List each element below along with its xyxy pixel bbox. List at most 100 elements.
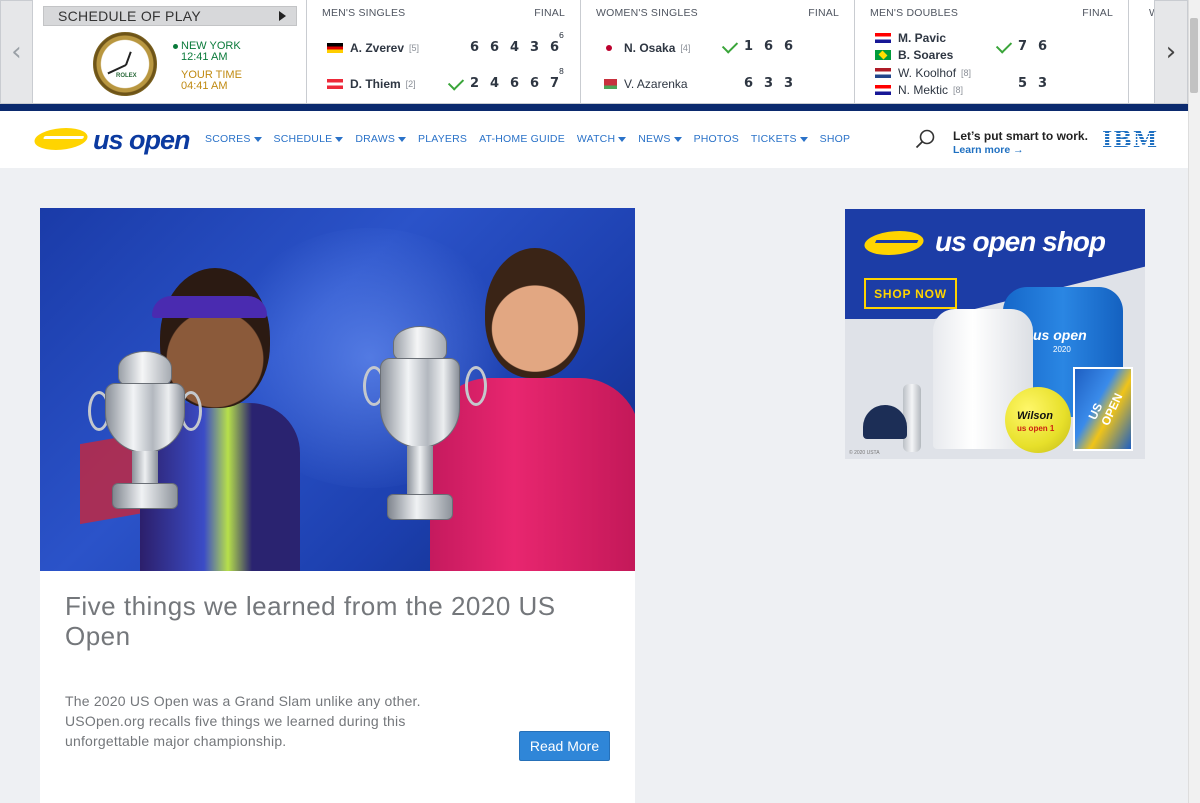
match-event: MEN'S SINGLES: [322, 7, 406, 19]
ticker-prev-button[interactable]: ‹: [0, 0, 33, 104]
player-name: N. Mektic: [898, 83, 949, 97]
set-score: 6: [510, 76, 520, 91]
nav-item-photos[interactable]: PHOTOS: [694, 133, 739, 145]
set-score: 3: [1038, 76, 1048, 91]
player-seed: [8]: [953, 85, 964, 95]
rolex-clock-icon: ROLEX: [93, 32, 157, 96]
read-more-button[interactable]: Read More: [519, 731, 610, 761]
scrollbar-thumb[interactable]: [1190, 18, 1198, 93]
player-row: N. Osaka [4]: [601, 40, 690, 56]
ticker-next-button[interactable]: ›: [1154, 0, 1188, 104]
nav-label: TICKETS: [750, 133, 797, 145]
player-row: D. Thiem [2]: [327, 76, 416, 92]
visor: [152, 296, 267, 318]
nav-item-players[interactable]: PLAYERS: [418, 133, 467, 145]
sponsor-message[interactable]: Let’s put smart to work. Learn more →: [953, 129, 1088, 156]
player-name: M. Pavic: [898, 31, 947, 45]
set-score: 6: [744, 76, 754, 91]
nav-item-shop[interactable]: SHOP: [820, 133, 851, 145]
figure-head: [485, 248, 585, 378]
nav-label: NEWS: [638, 133, 671, 145]
play-arrow-icon: [279, 11, 286, 21]
nav-label: WATCH: [576, 133, 616, 145]
player-name: N. Osaka: [624, 41, 676, 55]
set-score: 3: [784, 76, 794, 91]
trophy-base: [112, 483, 178, 509]
match-status: FINAL: [1082, 7, 1113, 19]
belarus-flag-icon: [601, 79, 617, 89]
nav-label: SCORES: [205, 133, 251, 145]
set-score: 5: [1018, 76, 1028, 91]
caret-down-icon: [398, 136, 407, 142]
shirt-logo: us open: [1033, 327, 1087, 343]
set-scores: 76: [1018, 39, 1058, 54]
water-bottle-image: [903, 384, 921, 452]
shop-now-button[interactable]: SHOP NOW: [864, 278, 957, 309]
ibm-logo[interactable]: IBM: [1102, 128, 1160, 152]
main-nav: us open SCORES SCHEDULE DRAWS PLAYERS AT…: [0, 111, 1188, 168]
set-scores: 166: [744, 39, 804, 54]
tennis-ball-logo-icon: [859, 231, 929, 255]
mens-trophy-icon: [363, 318, 487, 528]
set-score: 6: [784, 39, 794, 54]
ibm-logo-text: IBM: [1102, 127, 1159, 153]
nav-label: PLAYERS: [418, 133, 468, 145]
caret-down-icon: [618, 136, 627, 142]
us-open-logo[interactable]: us open: [29, 125, 195, 155]
winner-check-icon: [721, 37, 739, 54]
match-card-mens-singles[interactable]: MEN'S SINGLES FINAL A. Zverev [5] 664366 …: [307, 0, 581, 104]
match-status: FINAL: [808, 7, 839, 19]
trophy-lid: [118, 351, 172, 385]
player-row: N. Mektic [8]: [875, 82, 963, 98]
ball-brand: Wilson: [1017, 410, 1053, 422]
nav-item-scores[interactable]: SCORES: [205, 133, 262, 145]
schedule-of-play-label: SCHEDULE OF PLAY: [58, 8, 202, 24]
set-score: 3: [530, 40, 540, 55]
match-card-mens-doubles[interactable]: MEN'S DOUBLES FINAL M. Pavic B. Soares 76…: [855, 0, 1129, 104]
nav-item-at-home-guide[interactable]: AT-HOME GUIDE: [479, 133, 565, 145]
nav-item-news[interactable]: NEWS: [638, 133, 682, 145]
caret-down-icon: [335, 136, 344, 142]
set-score: 7: [1018, 39, 1028, 54]
player-name: D. Thiem: [350, 77, 401, 91]
bag-text: US OPEN: [1085, 391, 1126, 428]
article-card: Five things we learned from the 2020 US …: [40, 571, 635, 803]
nav-item-tickets[interactable]: TICKETS: [751, 133, 808, 145]
player-name: A. Zverev: [350, 41, 405, 55]
score-ticker: ‹ SCHEDULE OF PLAY ROLEX NEW YORK 12:41 …: [0, 0, 1200, 104]
caret-down-icon: [799, 136, 808, 142]
set-score: 66: [550, 31, 564, 55]
set-score: 2: [470, 76, 480, 91]
article-title[interactable]: Five things we learned from the 2020 US …: [65, 591, 615, 651]
player-name: W. Koolhof: [898, 66, 957, 80]
hero-image-champions-with-trophies[interactable]: [40, 208, 635, 571]
tennis-ball-logo-icon: [29, 128, 93, 150]
match-card-partial[interactable]: W: [1129, 0, 1154, 104]
austria-flag-icon: [327, 79, 343, 89]
schedule-of-play-panel: SCHEDULE OF PLAY ROLEX NEW YORK 12:41 AM…: [33, 0, 307, 104]
shirt-year: 2020: [1053, 345, 1071, 354]
nav-item-watch[interactable]: WATCH: [576, 133, 627, 145]
trophy-lid: [393, 326, 447, 360]
logo-text: us open: [93, 125, 191, 155]
player-row: W. Koolhof [8]: [875, 65, 971, 81]
trophy-stem: [407, 446, 433, 496]
user-time: YOUR TIME 04:41 AM: [173, 70, 242, 92]
clock-hour-hand: [125, 51, 132, 66]
tiebreak-score: 6: [558, 31, 564, 40]
nav-label: SHOP: [819, 133, 851, 145]
search-icon[interactable]: [915, 129, 935, 149]
learn-more-link[interactable]: Learn more →: [953, 144, 1088, 156]
tote-bag-image: US OPEN: [1073, 367, 1133, 451]
page-scrollbar[interactable]: [1188, 0, 1200, 803]
trophy-base: [387, 494, 453, 520]
match-card-womens-singles[interactable]: WOMEN'S SINGLES FINAL N. Osaka [4] 166 V.…: [581, 0, 855, 104]
us-open-shop-ad[interactable]: us open shop SHOP NOW us open 2020 Wilso…: [845, 209, 1145, 459]
nav-item-schedule[interactable]: SCHEDULE: [274, 133, 344, 145]
set-score: 6: [530, 76, 540, 91]
nav-label: PHOTOS: [693, 133, 739, 145]
nav-item-draws[interactable]: DRAWS: [355, 133, 407, 145]
player-row: B. Soares: [875, 47, 953, 63]
schedule-of-play-button[interactable]: SCHEDULE OF PLAY: [43, 6, 297, 26]
set-score: 1: [744, 39, 754, 54]
